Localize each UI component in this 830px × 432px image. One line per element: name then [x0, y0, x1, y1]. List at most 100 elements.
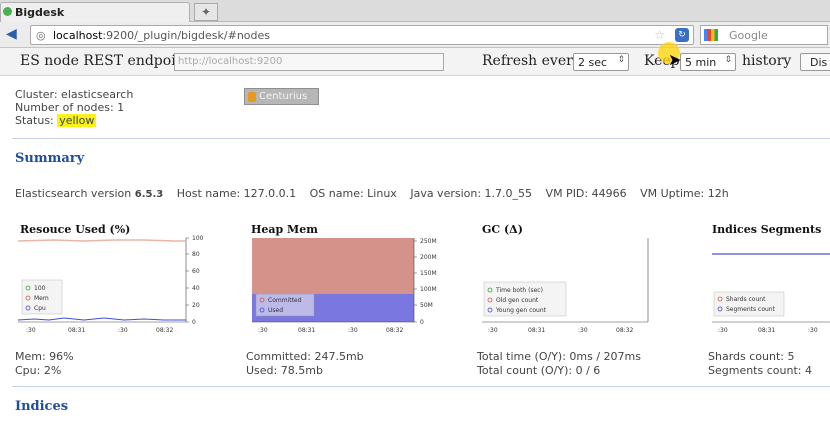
summary-title: Summary	[15, 151, 85, 166]
committed-stat: Committed: 247.5mb	[246, 350, 364, 363]
legend-item: Time both (sec)	[495, 287, 543, 294]
legend-item: Committed	[268, 297, 302, 304]
new-tab-button[interactable]: ✦	[194, 3, 218, 21]
x-tick: 08:32	[616, 327, 633, 334]
y-tick: 250M	[420, 238, 437, 245]
x-tick: :30	[718, 327, 728, 334]
y-tick: 20	[192, 302, 200, 309]
history-length-value: 5 min	[685, 56, 717, 69]
reload-icon[interactable]: ↻	[675, 28, 689, 42]
legend-item: 100	[34, 285, 46, 292]
vm-pid: VM PID: 44966	[545, 187, 627, 200]
x-tick: 08:31	[528, 327, 545, 334]
refresh-interval-select[interactable]: 2 sec ⇕	[573, 53, 629, 71]
heap-y-ticks: 250M 200M 150M 100M 50M 0	[414, 238, 437, 326]
history-length-select[interactable]: 5 min ⇕	[680, 53, 736, 71]
select-arrow-icon: ⇕	[724, 55, 732, 65]
legend-item: Shards count	[726, 296, 766, 303]
x-tick: 08:31	[758, 327, 775, 334]
cpu-stat: Cpu: 2%	[15, 364, 62, 377]
refresh-label: Refresh every	[482, 53, 581, 69]
es-version: 6.5.3	[134, 189, 164, 200]
x-tick: :30	[578, 327, 588, 334]
tab-title: Bigdesk	[15, 6, 65, 19]
gc-stats: Total time (O/Y): 0ms / 207ms Total coun…	[477, 350, 641, 378]
google-logo-icon	[704, 29, 718, 41]
endpoint-input[interactable]: http://localhost:9200	[174, 53, 444, 71]
legend-item: Old gen count	[496, 297, 539, 304]
endpoint-label: ES node REST endpoint	[20, 53, 191, 69]
x-tick: 08:31	[68, 327, 85, 334]
node-count: Number of nodes: 1	[15, 101, 125, 114]
disconnect-button[interactable]: Dis	[800, 53, 830, 71]
x-tick: 08:32	[156, 327, 173, 334]
x-tick: :30	[348, 327, 358, 334]
os-name: OS name: Linux	[309, 187, 397, 200]
y-tick: 0	[192, 319, 196, 326]
vm-uptime: VM Uptime: 12h	[640, 187, 729, 200]
refresh-interval-value: 2 sec	[578, 56, 608, 69]
browser-tab-bar: Bigdesk ✦	[0, 0, 830, 22]
x-tick: 08:31	[298, 327, 315, 334]
gc-count-stat: Total count (O/Y): 0 / 6	[477, 364, 601, 377]
mem-stat: Mem: 96%	[15, 350, 74, 363]
legend-item: Cpu	[34, 305, 46, 312]
y-tick: 100M	[420, 286, 437, 293]
y-tick: 200M	[420, 254, 437, 261]
segments-x-ticks: :30 08:31 :30	[718, 327, 818, 334]
node-info-line: Elasticsearch version 6.5.3 Host name: 1…	[15, 187, 729, 200]
y-tick: 0	[420, 319, 424, 326]
search-placeholder: Google	[729, 29, 768, 42]
resource-y-ticks: 100 80 60 40 20 0	[186, 235, 204, 326]
url-host: localhost	[53, 29, 103, 42]
legend-item: Mem	[34, 295, 49, 302]
cluster-info: Cluster: elasticsearch Number of nodes: …	[15, 88, 133, 127]
resource-x-ticks: :30 08:31 :30 08:32	[26, 327, 173, 334]
status-badge: yellow	[57, 114, 97, 127]
mem-series-line	[17, 239, 186, 242]
y-tick: 40	[192, 285, 200, 292]
app-header: ES node REST endpoint http://localhost:9…	[0, 48, 830, 76]
shards-stat: Shards count: 5	[708, 350, 795, 363]
x-tick: :30	[488, 327, 498, 334]
legend-item: Used	[268, 307, 283, 314]
gc-chart: :30 08:31 :30 08:32 Time both (sec) Old …	[482, 238, 649, 334]
node-button[interactable]: Centurius	[244, 88, 319, 105]
heap-legend: Committed Used	[255, 293, 315, 317]
select-arrow-icon: ⇕	[617, 55, 625, 65]
bigdesk-favicon-icon	[3, 7, 12, 16]
gc-x-ticks: :30 08:31 :30 08:32	[488, 327, 633, 334]
browser-tab[interactable]: Bigdesk	[0, 2, 190, 22]
globe-icon: ◎	[36, 29, 46, 42]
x-tick: :30	[808, 327, 818, 334]
master-node-icon	[248, 92, 256, 102]
browser-nav-bar: ◀ ◎ localhost:9200/_plugin/bigdesk/#node…	[0, 22, 830, 48]
used-stat: Used: 78.5mb	[246, 364, 323, 377]
search-box[interactable]: Google	[700, 25, 828, 45]
heap-chart: 250M 200M 150M 100M 50M 0 :30 08:31 :30 …	[252, 238, 437, 334]
heap-x-ticks: :30 08:31 :30 08:32	[258, 327, 403, 334]
gc-time-stat: Total time (O/Y): 0ms / 207ms	[477, 350, 641, 363]
divider	[12, 386, 830, 387]
status-label: Status:	[15, 114, 54, 127]
committed-area	[252, 238, 414, 294]
resource-stats: Mem: 96% Cpu: 2%	[15, 350, 74, 378]
x-tick: 08:32	[386, 327, 403, 334]
segments-chart: :30 08:31 :30 Shards count Segments coun…	[712, 253, 830, 334]
segments-legend: Shards count Segments count	[713, 291, 785, 317]
y-tick: 100	[192, 235, 204, 242]
segments-stats: Shards count: 5 Segments count: 4	[708, 350, 812, 378]
resource-legend: 100 Mem Cpu	[21, 279, 63, 315]
y-tick: 150M	[420, 270, 437, 277]
back-arrow-icon[interactable]: ◀	[6, 26, 17, 42]
x-tick: :30	[118, 327, 128, 334]
divider	[12, 138, 830, 139]
url-bar[interactable]: ◎ localhost:9200/_plugin/bigdesk/#nodes …	[30, 25, 694, 45]
y-tick: 60	[192, 268, 200, 275]
host-name: Host name: 127.0.0.1	[176, 187, 297, 200]
cluster-status: Status: yellow	[15, 114, 133, 127]
heap-stats: Committed: 247.5mb Used: 78.5mb	[246, 350, 364, 378]
bookmark-star-icon[interactable]: ☆	[654, 28, 665, 42]
segments-stat: Segments count: 4	[708, 364, 812, 377]
gc-legend: Time both (sec) Old gen count Young gen …	[483, 281, 567, 317]
